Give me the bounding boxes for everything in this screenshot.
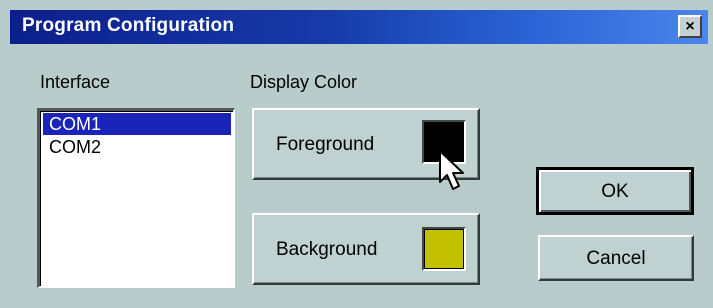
cancel-label: Cancel bbox=[586, 248, 646, 269]
cancel-button[interactable]: Cancel bbox=[538, 235, 694, 281]
close-button[interactable]: × bbox=[678, 15, 702, 38]
window-title: Program Configuration bbox=[22, 15, 235, 36]
display-color-label: Display Color bbox=[250, 72, 358, 92]
interface-listbox[interactable]: COM1 COM2 bbox=[37, 108, 235, 288]
interface-label: Interface bbox=[40, 72, 111, 92]
listbox-frame: COM1 COM2 bbox=[40, 111, 233, 286]
close-icon: × bbox=[685, 17, 695, 35]
background-color-swatch bbox=[422, 227, 466, 271]
background-button[interactable]: Background bbox=[252, 213, 480, 285]
program-configuration-dialog: Program Configuration × Interface COM1 C… bbox=[0, 0, 713, 308]
foreground-label: Foreground bbox=[276, 134, 375, 155]
arrow-pointer-icon bbox=[439, 150, 464, 190]
ok-button[interactable]: OK bbox=[536, 167, 694, 215]
background-color-fill bbox=[424, 229, 464, 269]
ok-label: OK bbox=[601, 181, 629, 202]
list-item-com2[interactable]: COM2 bbox=[43, 136, 231, 158]
title-bar[interactable]: Program Configuration × bbox=[10, 10, 708, 44]
list-item-com1[interactable]: COM1 bbox=[43, 113, 231, 135]
background-label: Background bbox=[276, 239, 378, 260]
